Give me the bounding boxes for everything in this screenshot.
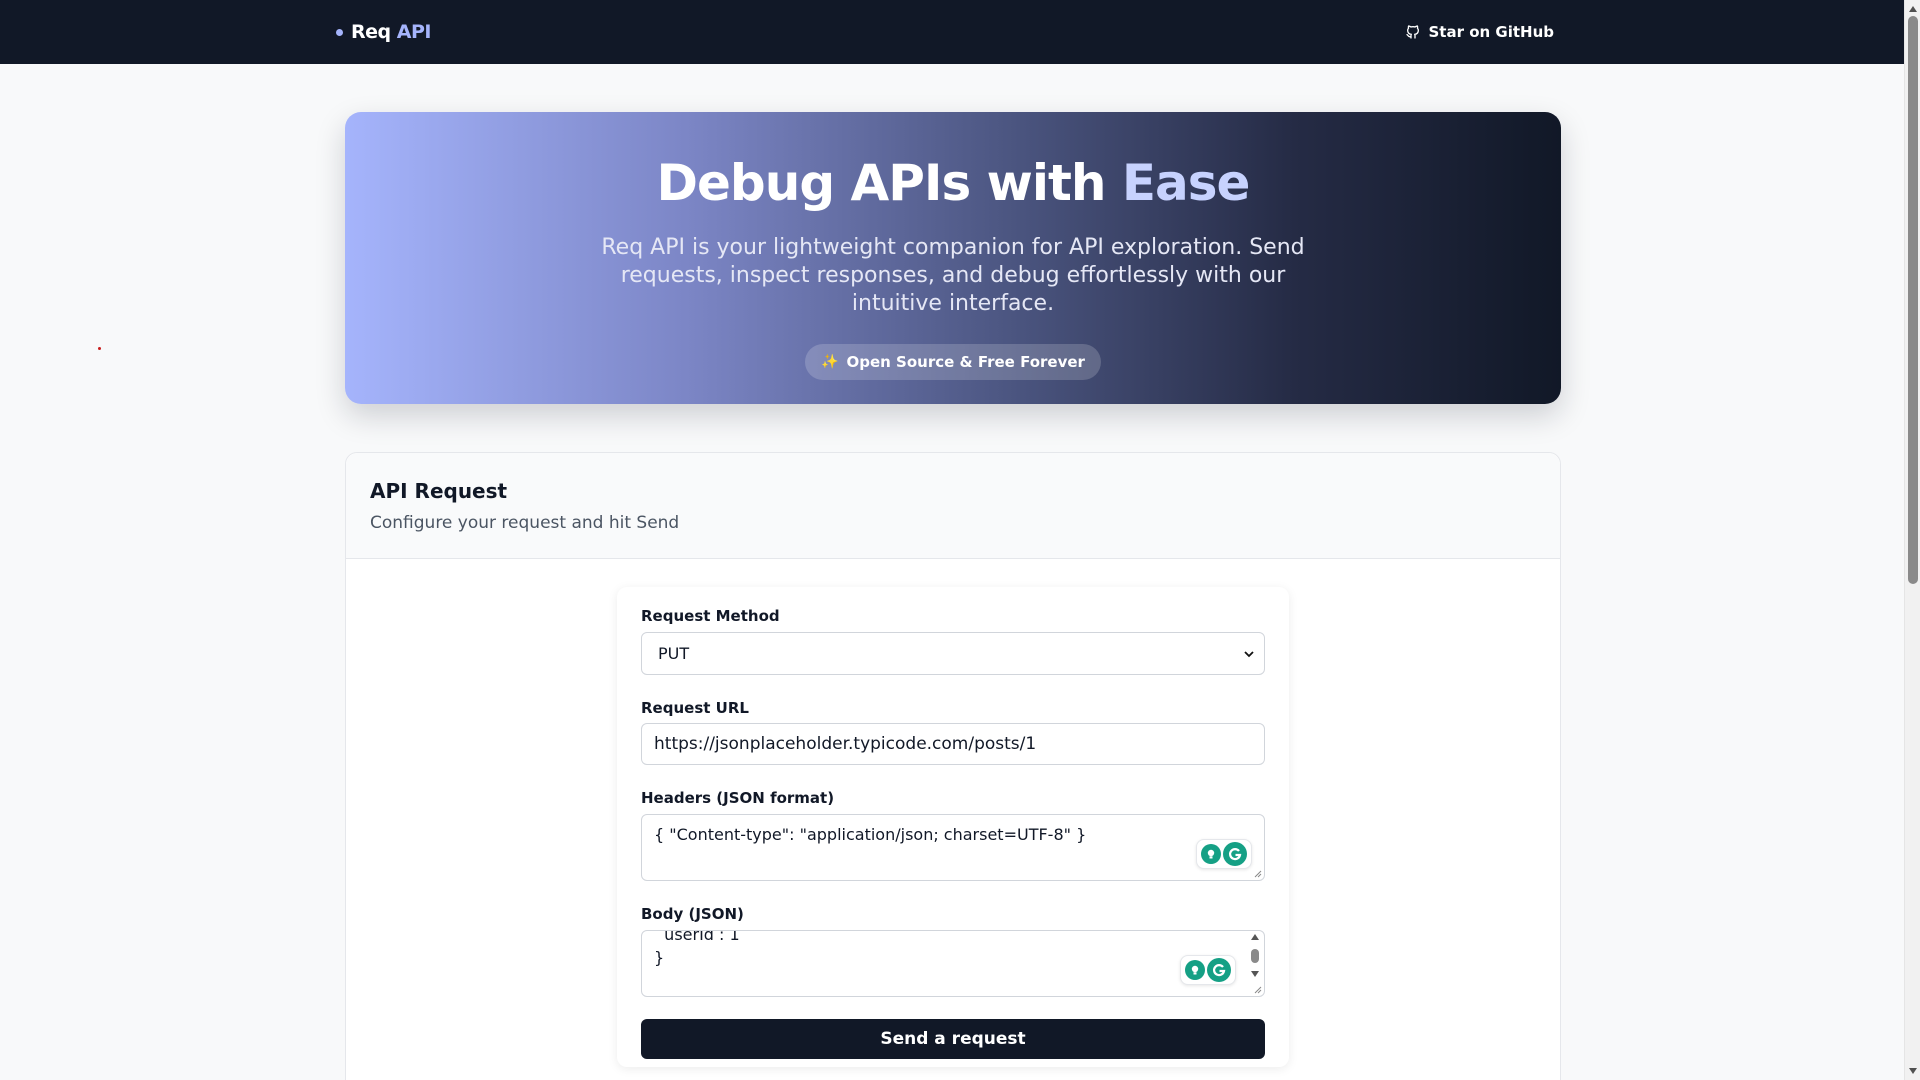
hero-banner: Debug APIs with Ease Req API is your lig… bbox=[345, 112, 1561, 404]
grammarly-g-icon bbox=[1207, 958, 1231, 982]
hero-description: Req API is your lightweight companion fo… bbox=[601, 235, 1305, 316]
body-line: } bbox=[654, 948, 665, 967]
url-input[interactable]: https://jsonplaceholder.typicode.com/pos… bbox=[641, 723, 1265, 765]
scroll-up-icon[interactable] bbox=[1909, 6, 1917, 12]
headers-value: { "Content-type": "application/json; cha… bbox=[654, 825, 1087, 844]
method-label: Request Method bbox=[641, 607, 780, 625]
grammarly-bulb-icon bbox=[1201, 844, 1221, 864]
scroll-thumb[interactable] bbox=[1251, 949, 1259, 963]
grammarly-widget[interactable] bbox=[1196, 839, 1252, 869]
grammarly-g-icon bbox=[1223, 842, 1247, 866]
request-form: Request Method PUT Request URL https://j… bbox=[617, 587, 1289, 1067]
resize-grip-icon[interactable] bbox=[1252, 868, 1262, 878]
method-select[interactable]: PUT bbox=[641, 632, 1265, 675]
send-request-button[interactable]: Send a request bbox=[641, 1019, 1265, 1059]
scroll-down-icon[interactable] bbox=[1251, 971, 1259, 977]
page-scrollbar[interactable] bbox=[1904, 0, 1920, 1080]
card-title: API Request bbox=[370, 479, 508, 503]
body-scrollbar[interactable] bbox=[1250, 934, 1260, 982]
method-value: PUT bbox=[658, 644, 690, 663]
url-label: Request URL bbox=[641, 699, 749, 717]
chevron-down-icon bbox=[1244, 650, 1254, 657]
badge-label: Open Source & Free Forever bbox=[846, 353, 1085, 371]
body-textarea[interactable]: userId : 1 } bbox=[641, 930, 1265, 997]
api-request-card: API Request Configure your request and h… bbox=[345, 452, 1561, 1080]
body-line: userId : 1 bbox=[654, 930, 740, 944]
url-value: https://jsonplaceholder.typicode.com/pos… bbox=[654, 734, 1037, 754]
brand-logo[interactable]: Req API bbox=[336, 21, 431, 43]
brand-name: Req API bbox=[351, 21, 431, 43]
scroll-up-icon[interactable] bbox=[1251, 934, 1259, 940]
stray-dot bbox=[98, 347, 101, 350]
grammarly-bulb-icon bbox=[1185, 960, 1205, 980]
body-label: Body (JSON) bbox=[641, 905, 744, 923]
headers-textarea[interactable]: { "Content-type": "application/json; cha… bbox=[641, 814, 1265, 881]
sparkles-icon: ✨ bbox=[821, 354, 839, 370]
card-subtitle: Configure your request and hit Send bbox=[370, 513, 680, 533]
github-label: Star on GitHub bbox=[1428, 23, 1554, 41]
hero-title: Debug APIs with Ease bbox=[656, 154, 1251, 212]
scroll-thumb[interactable] bbox=[1908, 16, 1918, 584]
brand-dot bbox=[336, 28, 343, 36]
resize-grip-icon[interactable] bbox=[1252, 984, 1262, 994]
grammarly-widget[interactable] bbox=[1180, 955, 1236, 985]
card-header: API Request Configure your request and h… bbox=[346, 453, 1560, 559]
headers-label: Headers (JSON format) bbox=[641, 789, 835, 807]
navbar: Req API Star on GitHub bbox=[0, 0, 1904, 64]
github-icon bbox=[1406, 25, 1420, 39]
open-source-badge: ✨ Open Source & Free Forever bbox=[805, 344, 1101, 380]
scroll-down-icon[interactable] bbox=[1909, 1068, 1917, 1074]
github-star-link[interactable]: Star on GitHub bbox=[1405, 23, 1554, 41]
